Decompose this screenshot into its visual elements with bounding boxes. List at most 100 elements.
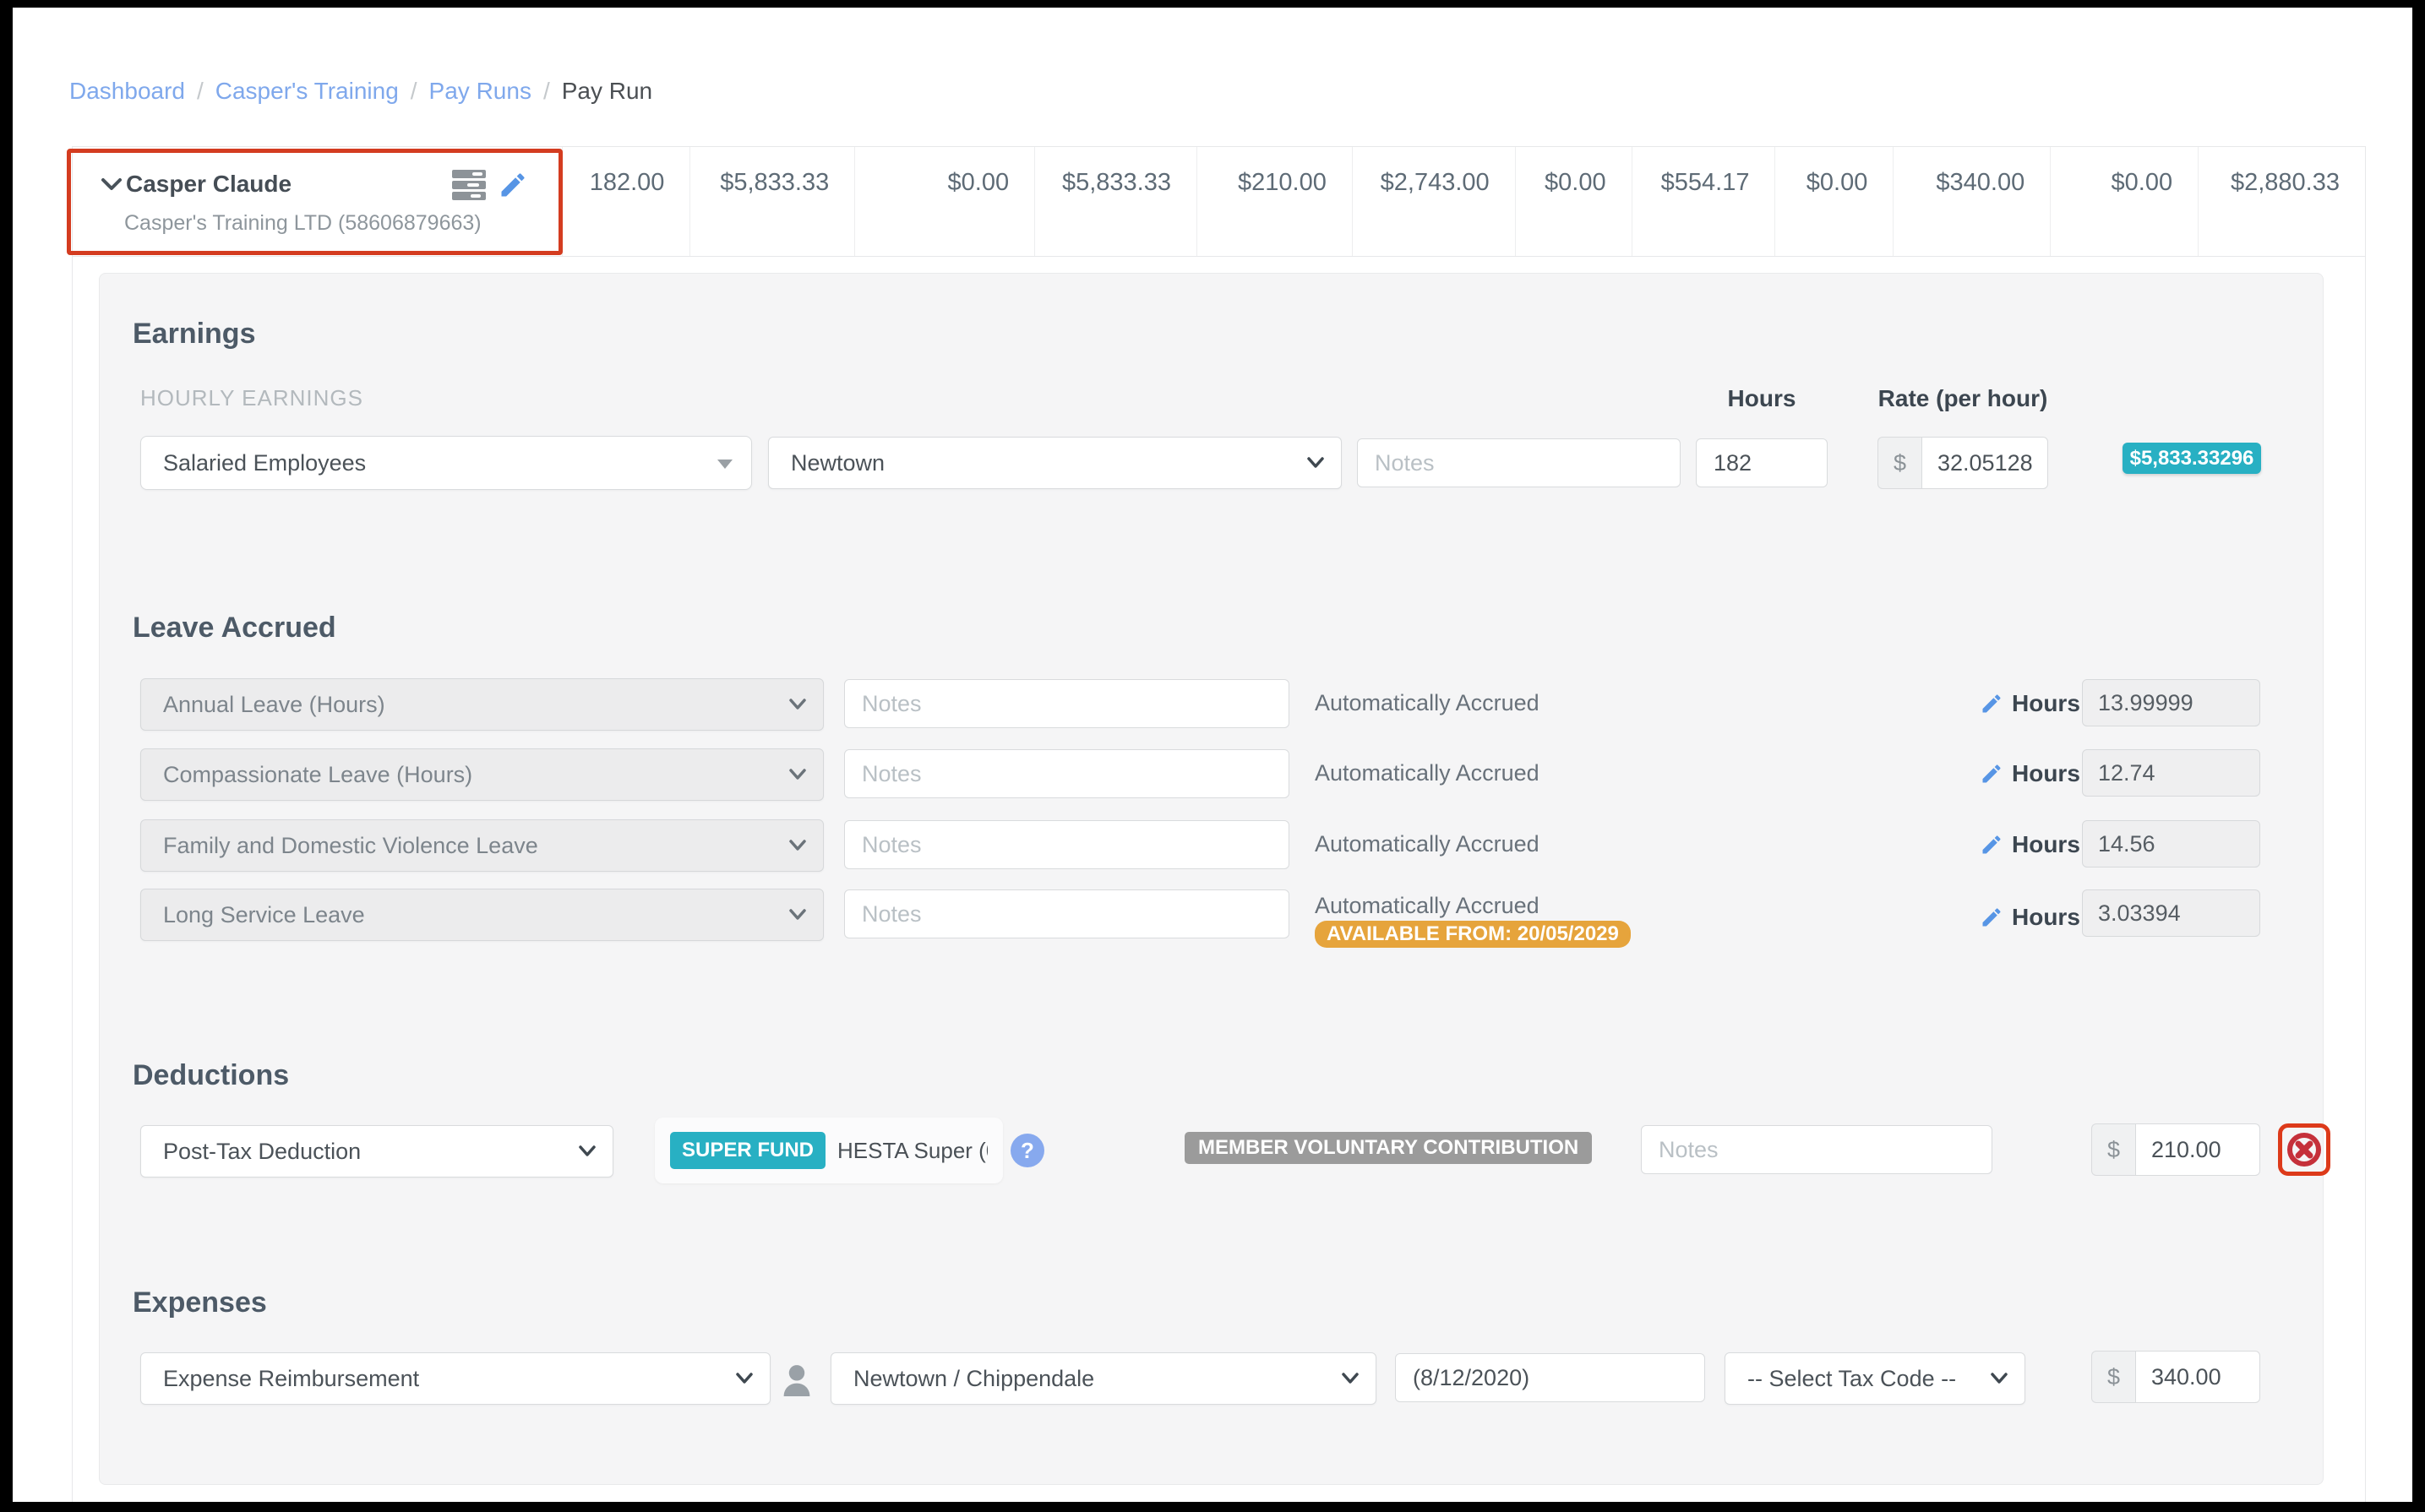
breadcrumb-separator: / [411,78,417,105]
leave-category-select[interactable]: Annual Leave (Hours) [140,678,824,731]
leave-category-select[interactable]: Long Service Leave [140,889,824,941]
leave-hours-label: Hours [2012,904,2080,931]
employee-summary-row: Casper Claude Casper's Training LTD (586… [73,147,2365,257]
earnings-total-badge: $5,833.33296 [2123,443,2261,474]
rate-money-group: $ [1877,437,2048,489]
earnings-location-select[interactable]: Newtown [768,437,1342,489]
chevron-down-icon [789,699,806,710]
summary-expenses: $340.00 [1893,147,2050,256]
breadcrumb-link-business[interactable]: Casper's Training [215,78,399,105]
leave-category-value: Family and Domestic Violence Leave [163,833,538,858]
leave-category-value: Long Service Leave [163,902,365,927]
deduction-type-select[interactable]: Post-Tax Deduction [140,1125,613,1178]
expense-money-group: $ [2091,1351,2260,1403]
currency-prefix: $ [1877,437,1921,489]
expense-date-input[interactable] [1395,1353,1705,1402]
chevron-down-icon [579,1145,596,1157]
earnings-section-title: Earnings [133,318,255,351]
summary-total-hours: 182.00 [562,147,690,256]
expense-category-select[interactable]: Expense Reimbursement [140,1352,771,1405]
earnings-hours-input[interactable] [1696,438,1828,487]
chevron-down-icon[interactable] [101,177,123,191]
leave-category-value: Compassionate Leave (Hours) [163,762,472,787]
pay-category-value: Salaried Employees [163,450,366,476]
leave-available-from-badge: AVAILABLE FROM: 20/05/2029 [1315,921,1631,948]
chevron-down-icon [1991,1373,2008,1384]
super-fund-display: SUPER FUND HESTA Super (0000000 [655,1118,1003,1183]
deduction-notes-input[interactable] [1641,1125,1992,1174]
expense-location-value: Newtown / Chippendale [853,1366,1094,1391]
leave-category-value: Annual Leave (Hours) [163,692,385,717]
edit-pencil-icon[interactable] [1980,833,2003,857]
super-fund-name: HESTA Super (0000000 [837,1138,988,1164]
employee-name: Casper Claude [126,171,292,198]
summary-super: $554.17 [1632,147,1775,256]
summary-payg: $2,743.00 [1352,147,1515,256]
leave-hours-label-group: Hours [1980,690,2080,717]
leave-hours-value: 14.56 [2082,820,2260,867]
summary-deductions-other: $0.00 [2050,147,2198,256]
currency-prefix: $ [2091,1351,2135,1403]
leave-status-text: Automatically Accrued [1315,893,1539,919]
summary-taxable: $5,833.33 [1034,147,1196,256]
currency-prefix: $ [2091,1123,2135,1176]
leave-hours-value: 12.74 [2082,749,2260,797]
help-icon[interactable]: ? [1011,1134,1044,1167]
edit-pencil-icon[interactable] [498,170,528,200]
rate-column-label: Rate (per hour) [1870,385,2056,412]
deduction-money-group: $ [2091,1123,2260,1176]
summary-pre-tax: $0.00 [854,147,1034,256]
leave-section-title: Leave Accrued [133,612,336,645]
expense-amount-input[interactable] [2135,1351,2260,1403]
employee-company: Casper's Training LTD (58606879663) [124,211,482,236]
expense-category-value: Expense Reimbursement [163,1366,419,1391]
leave-notes-input[interactable] [844,679,1289,728]
member-voluntary-contribution-badge: MEMBER VOLUNTARY CONTRIBUTION [1185,1132,1592,1164]
edit-pencil-icon[interactable] [1980,692,2003,715]
summary-post-tax: $210.00 [1196,147,1352,256]
leave-category-select[interactable]: Compassionate Leave (Hours) [140,748,824,801]
breadcrumb-separator: / [543,78,550,105]
payslip-list-icon[interactable] [452,169,489,201]
chevron-down-icon [789,909,806,921]
breadcrumb-separator: / [197,78,204,105]
delete-deduction-icon[interactable] [2285,1130,2324,1169]
breadcrumb: Dashboard / Casper's Training / Pay Runs… [69,78,652,105]
expense-tax-code-select[interactable]: -- Select Tax Code -- [1725,1352,2025,1405]
summary-net: $2,880.33 [2198,147,2365,256]
person-icon [781,1362,813,1396]
earnings-location-value: Newtown [791,450,885,476]
chevron-down-icon [1307,457,1324,469]
chevron-down-icon [1342,1373,1359,1384]
summary-gross: $5,833.33 [689,147,854,256]
pay-category-select[interactable]: Salaried Employees [140,436,752,490]
super-fund-badge: SUPER FUND [670,1132,826,1169]
leave-hours-label: Hours [2012,831,2080,858]
deduction-amount-input[interactable] [2135,1123,2260,1176]
leave-status-text: Automatically Accrued [1315,831,1539,857]
earnings-group-label: HOURLY EARNINGS [140,385,363,411]
breadcrumb-link-dashboard[interactable]: Dashboard [69,78,185,105]
leave-category-select[interactable]: Family and Domestic Violence Leave [140,819,824,872]
hours-column-label: Hours [1696,385,1828,412]
edit-pencil-icon[interactable] [1980,906,2003,929]
leave-hours-label-group: Hours [1980,831,2080,858]
leave-hours-value: 3.03394 [2082,889,2260,937]
earnings-notes-input[interactable] [1357,438,1681,487]
earnings-rate-input[interactable] [1921,437,2048,489]
leave-hours-label: Hours [2012,690,2080,717]
chevron-down-icon [789,840,806,851]
leave-status-text: Automatically Accrued [1315,690,1539,716]
summary-other: $0.00 [1774,147,1893,256]
deductions-section-title: Deductions [133,1059,289,1092]
breadcrumb-current: Pay Run [562,78,652,105]
leave-notes-input[interactable] [844,749,1289,798]
expense-location-select[interactable]: Newtown / Chippendale [831,1352,1376,1405]
leave-notes-input[interactable] [844,889,1289,938]
edit-pencil-icon[interactable] [1980,762,2003,786]
employee-detail-panel: Earnings HOURLY EARNINGS Hours Rate (per… [99,273,2324,1485]
breadcrumb-link-pay-runs[interactable]: Pay Runs [429,78,531,105]
employee-cell[interactable]: Casper Claude Casper's Training LTD (586… [73,147,562,256]
leave-notes-input[interactable] [844,820,1289,869]
deduction-type-value: Post-Tax Deduction [163,1139,361,1164]
